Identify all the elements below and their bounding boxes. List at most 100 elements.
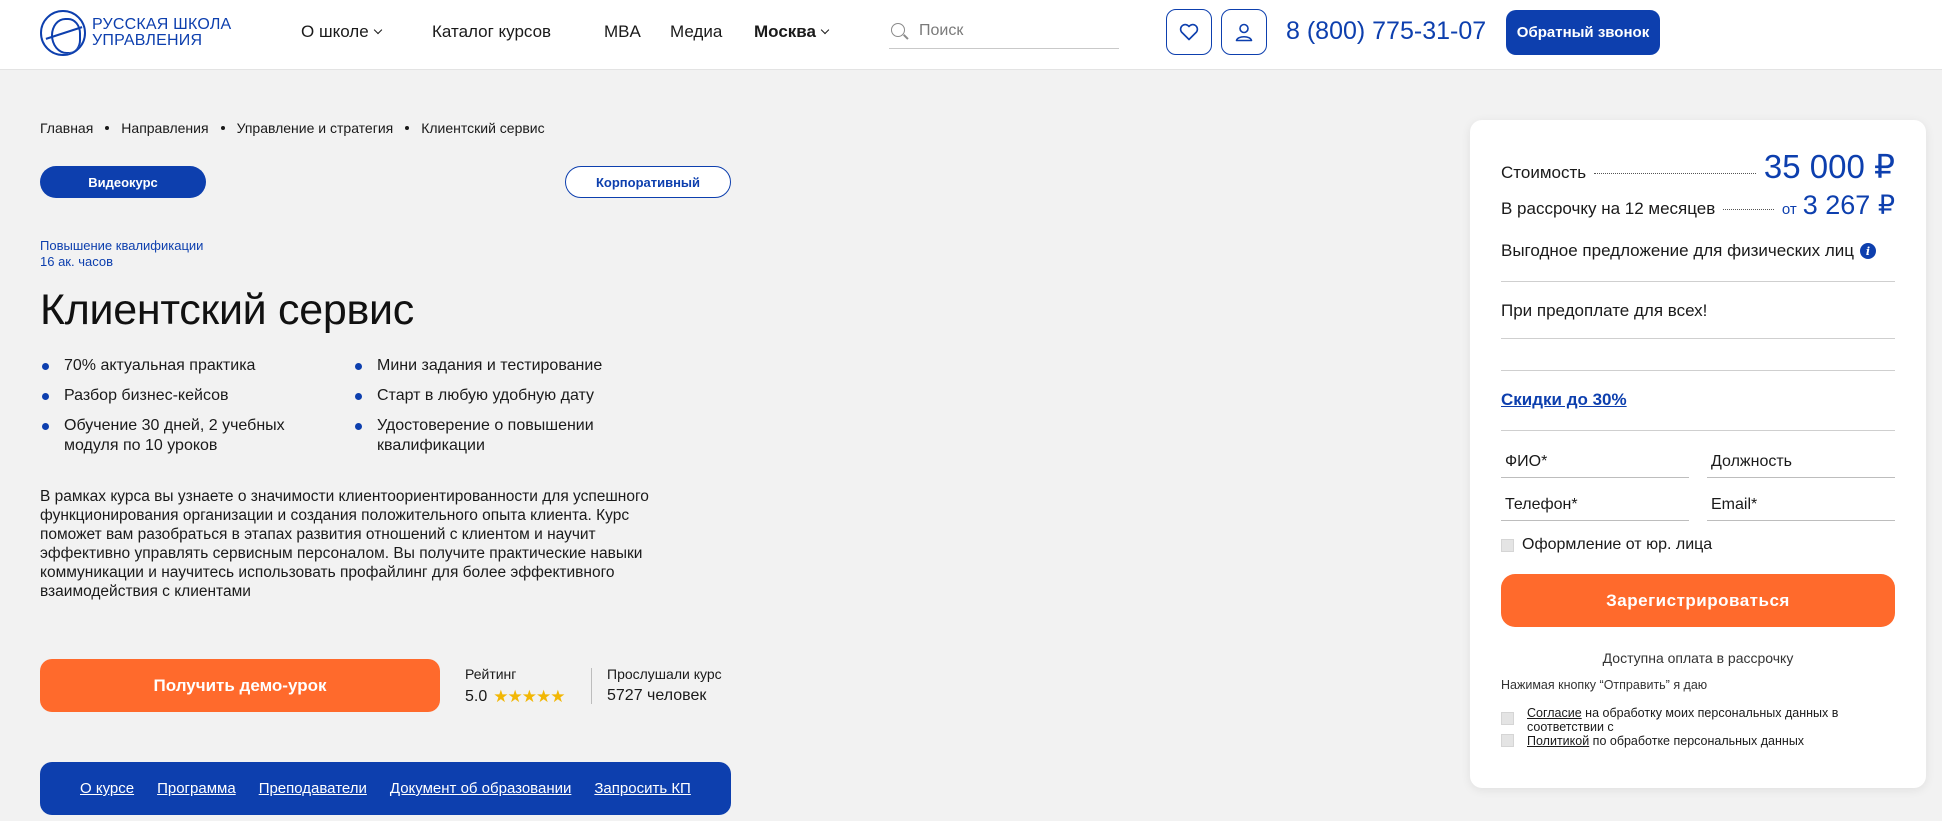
installment-label: В рассрочку на 12 месяцев	[1501, 199, 1716, 218]
installment-row: В рассрочку на 12 месяцев от 3 267 ₽	[1501, 190, 1895, 221]
listened-count: Прослушали курс 5727 человек	[607, 666, 722, 705]
user-icon	[1235, 23, 1253, 42]
course-meta: Повышение квалификации 16 ак. часов	[40, 238, 203, 270]
feature-item: Разбор бизнес-кейсов	[40, 386, 330, 406]
feature-item: 70% актуальная практика	[40, 356, 330, 376]
divider	[1501, 370, 1895, 371]
listened-label: Прослушали курс	[607, 666, 722, 682]
feature-item: Старт в любую удобную дату	[353, 386, 643, 406]
search-input[interactable]	[919, 19, 1109, 43]
register-button[interactable]: Зарегистрироваться	[1501, 574, 1895, 627]
features-list-left: 70% актуальная практика Разбор бизнес-ке…	[40, 356, 330, 466]
divider	[1501, 430, 1895, 431]
cost-label: Стоимость	[1501, 163, 1587, 182]
logo-line-1: РУССКАЯ ШКОЛА	[92, 16, 232, 33]
rating-value-row: 5.0 ★★★★★	[465, 687, 565, 707]
section-link-about[interactable]: О курсе	[80, 780, 134, 797]
favorites-button[interactable]	[1166, 9, 1212, 55]
breadcrumb-directions[interactable]: Направления	[121, 120, 208, 136]
logo-line-2: УПРАВЛЕНИЯ	[92, 32, 203, 49]
installment-from: от	[1781, 201, 1797, 218]
chevron-down-icon	[820, 25, 830, 35]
listened-value: 5727 человек	[607, 687, 707, 704]
section-link-teachers[interactable]: Преподаватели	[259, 780, 367, 797]
site-header: РУССКАЯ ШКОЛА УПРАВЛЕНИЯ О школе Каталог…	[0, 0, 1942, 70]
prepay-text: При предоплате для всех!	[1501, 301, 1708, 320]
policy-text-rest: по обработке персональных данных	[1589, 734, 1805, 748]
rating-label: Рейтинг	[465, 666, 517, 682]
search-icon	[891, 23, 905, 37]
agree-note: Нажимая кнопку “Отправить” я даю	[1501, 678, 1708, 692]
search-bar	[889, 17, 1119, 49]
tag-videocourse[interactable]: Видеокурс	[40, 166, 206, 198]
policy-checkbox[interactable]	[1501, 734, 1514, 747]
chevron-down-icon	[373, 25, 382, 35]
course-description: В рамках курса вы узнаете о значимости к…	[40, 488, 649, 600]
divider	[1501, 338, 1895, 339]
breadcrumb-home[interactable]: Главная	[40, 120, 93, 136]
breadcrumb-management[interactable]: Управление и стратегия	[237, 120, 394, 136]
callback-button[interactable]: Обратный звонок	[1506, 10, 1660, 55]
breadcrumb-current: Клиентский сервис	[421, 120, 545, 136]
divider	[1501, 281, 1895, 282]
breadcrumb-separator	[105, 126, 110, 130]
course-type: Повышение квалификации	[40, 238, 204, 253]
name-field[interactable]	[1501, 446, 1689, 478]
phone-number[interactable]: 8 (800) 775-31-07	[1286, 17, 1486, 46]
email-field[interactable]	[1707, 489, 1895, 521]
divider	[591, 668, 592, 704]
breadcrumb-separator	[405, 126, 410, 130]
section-link-request-kp[interactable]: Запросить КП	[594, 780, 690, 797]
nav-about-label: О школе	[301, 22, 369, 41]
rating-value: 5.0	[465, 688, 488, 705]
nav-about[interactable]: О школе	[301, 22, 382, 42]
legal-entity-checkbox[interactable]	[1501, 538, 1514, 552]
tag-corporate[interactable]: Корпоративный	[565, 166, 731, 198]
consent-text: Согласие на обработку моих персональных …	[1527, 706, 1895, 734]
policy-text: Политикой по обработке персональных данн…	[1527, 734, 1804, 748]
section-link-program[interactable]: Программа	[157, 780, 236, 797]
pricing-panel: Стоимость 35 000 ₽ В рассрочку на 12 мес…	[1470, 120, 1926, 788]
cost-value: 35 000 ₽	[1763, 148, 1895, 185]
installment-value: 3 267 ₽	[1802, 190, 1895, 220]
feature-item: Мини задания и тестирование	[353, 356, 643, 376]
section-link-document[interactable]: Документ об образовании	[390, 780, 572, 797]
legal-entity-label: Оформление от юр. лица	[1522, 536, 1713, 553]
nav-mba[interactable]: MBA	[604, 22, 641, 42]
demo-lesson-button[interactable]: Получить демо-урок	[40, 659, 440, 712]
features-list-right: Мини задания и тестирование Старт в любу…	[353, 356, 643, 466]
info-icon[interactable]: i	[1860, 243, 1876, 259]
account-button[interactable]	[1221, 9, 1267, 55]
globe-logo-icon	[40, 10, 86, 56]
consent-policy: Политикой по обработке персональных данн…	[1501, 734, 1895, 748]
phone-field[interactable]	[1501, 489, 1689, 521]
breadcrumb: Главная Направления Управление и стратег…	[40, 120, 545, 136]
discount-link[interactable]: Скидки до 30%	[1501, 390, 1627, 410]
city-label: Москва	[754, 22, 816, 41]
school-logo[interactable]: РУССКАЯ ШКОЛА УПРАВЛЕНИЯ	[40, 10, 231, 56]
heart-icon	[1179, 23, 1199, 41]
cost-row: Стоимость 35 000 ₽	[1501, 147, 1895, 186]
position-field[interactable]	[1707, 446, 1895, 478]
policy-link[interactable]: Политикой	[1527, 734, 1589, 748]
dotted-leader	[1723, 209, 1774, 210]
consent-checkbox[interactable]	[1501, 712, 1514, 725]
feature-item: Обучение 30 дней, 2 учебных модуля по 10…	[40, 416, 330, 456]
course-section-nav: О курсе Программа Преподаватели Документ…	[40, 762, 731, 815]
breadcrumb-separator	[220, 126, 225, 130]
legal-entity-option[interactable]: Оформление от юр. лица	[1501, 536, 1712, 554]
nav-catalog[interactable]: Каталог курсов	[432, 22, 551, 42]
consent-personal-data: Согласие на обработку моих персональных …	[1501, 706, 1895, 734]
page-title: Клиентский сервис	[40, 286, 414, 334]
logo-text: РУССКАЯ ШКОЛА УПРАВЛЕНИЯ	[92, 17, 231, 49]
dotted-leader	[1594, 173, 1756, 174]
consent-link[interactable]: Согласие	[1527, 706, 1582, 720]
city-selector[interactable]: Москва	[754, 22, 830, 42]
feature-item: Удостоверение о повышении квалификации	[353, 416, 643, 456]
rating-stars-icon: ★★★★★	[493, 687, 565, 706]
offer-text: Выгодное предложение для физических лиц	[1501, 241, 1854, 260]
offer-line: Выгодное предложение для физических лиц …	[1501, 241, 1876, 261]
course-hours: 16 ак. часов	[40, 254, 113, 269]
course-rating: Рейтинг 5.0 ★★★★★	[465, 666, 565, 707]
nav-media[interactable]: Медиа	[670, 22, 722, 42]
